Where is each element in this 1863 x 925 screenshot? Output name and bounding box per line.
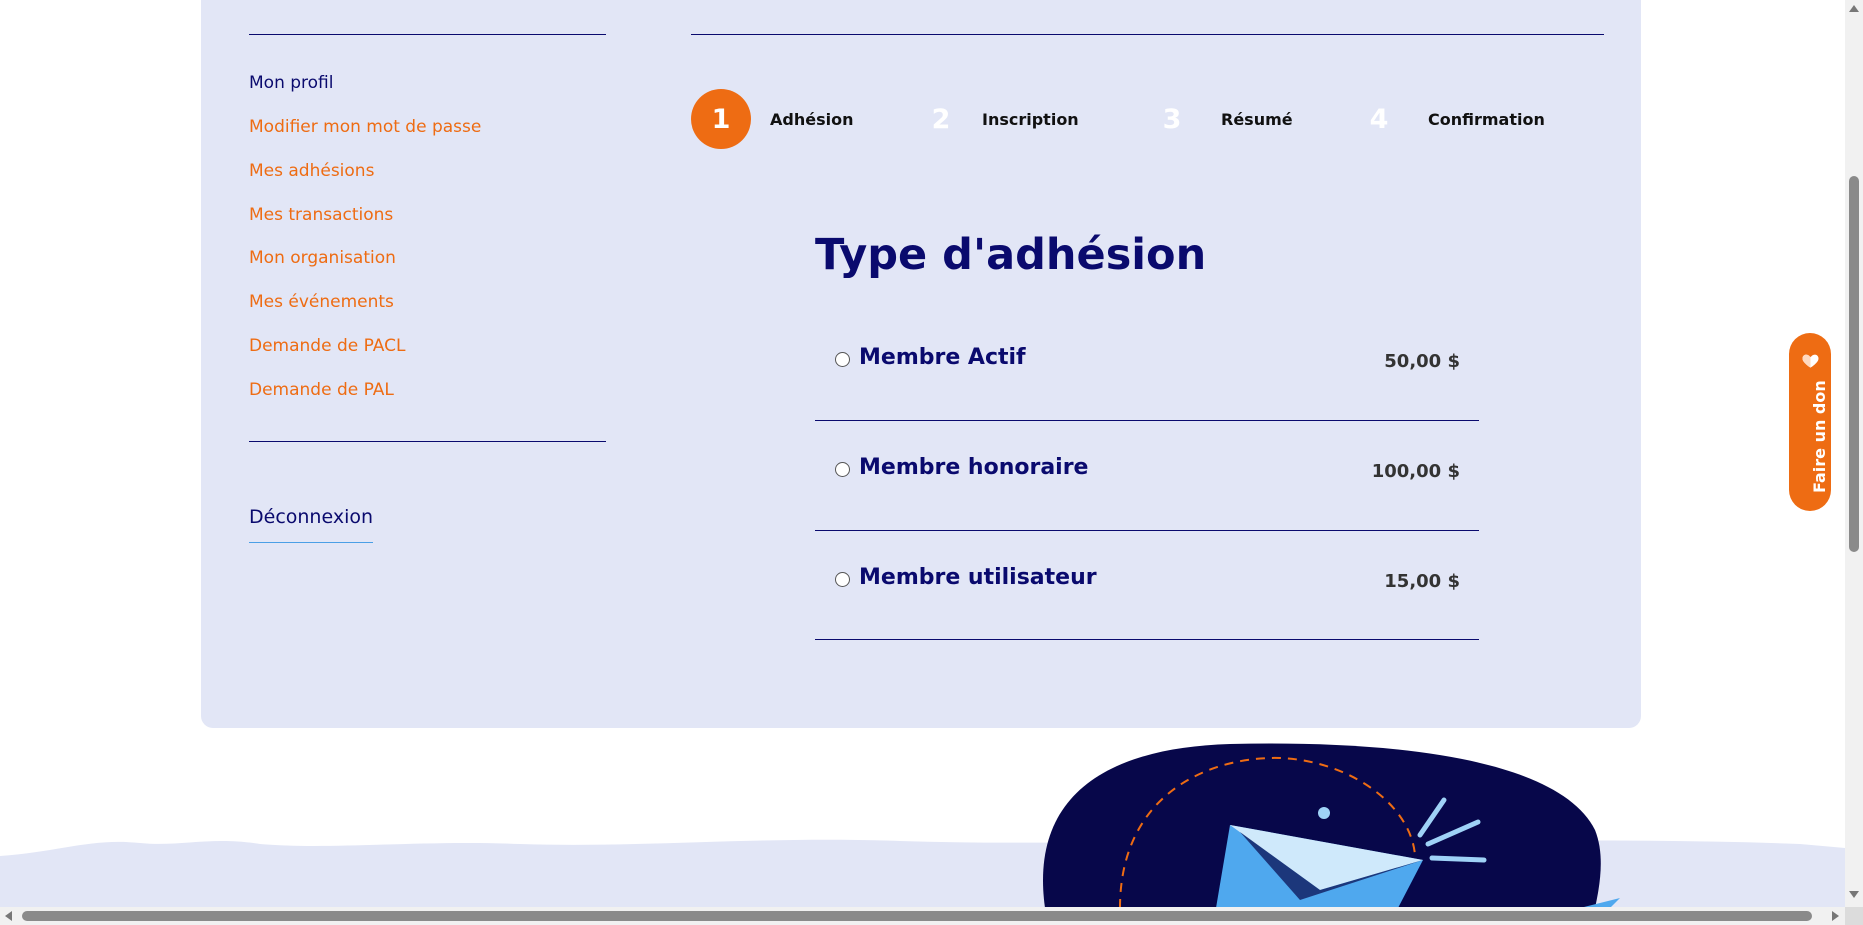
sidebar-item-mon-profil[interactable]: Mon profil xyxy=(249,73,334,93)
heart-icon xyxy=(1802,354,1819,368)
sidebar-item-mes-evenements[interactable]: Mes événements xyxy=(249,292,394,312)
horizontal-scroll-thumb[interactable] xyxy=(22,911,1812,921)
vertical-scrollbar[interactable] xyxy=(1845,0,1863,907)
membership-radio[interactable] xyxy=(835,572,850,587)
scrollbar-corner xyxy=(1845,907,1863,925)
step-label: Adhésion xyxy=(770,109,854,129)
step-number: 3 xyxy=(1162,103,1182,135)
membership-name: Membre utilisateur xyxy=(859,565,1097,590)
main-divider xyxy=(691,34,1604,35)
sidebar-divider-bottom xyxy=(249,441,606,442)
step-number: 1 xyxy=(691,89,751,149)
step-label: Résumé xyxy=(1221,109,1293,129)
scroll-right-icon[interactable] xyxy=(1832,911,1839,921)
newsletter-illustration xyxy=(0,743,1845,908)
membership-radio[interactable] xyxy=(835,352,850,367)
sidebar-item-mes-transactions[interactable]: Mes transactions xyxy=(249,205,393,225)
membership-option-actif[interactable]: Membre Actif 50,00 $ xyxy=(815,311,1479,421)
sidebar-item-demande-pal[interactable]: Demande de PAL xyxy=(249,380,394,400)
donate-label: Faire un don xyxy=(1810,380,1829,493)
scroll-left-icon[interactable] xyxy=(5,911,12,921)
sidebar-item-modifier-mot-de-passe[interactable]: Modifier mon mot de passe xyxy=(249,117,481,137)
step-confirmation[interactable]: 4 Confirmation xyxy=(1367,89,1545,149)
step-label: Inscription xyxy=(982,109,1079,129)
horizontal-scrollbar[interactable] xyxy=(0,907,1845,925)
step-resume[interactable]: 3 Résumé xyxy=(1160,89,1293,149)
step-adhesion[interactable]: 1 Adhésion xyxy=(691,89,853,149)
membership-option-honoraire[interactable]: Membre honoraire 100,00 $ xyxy=(815,421,1479,531)
step-number: 4 xyxy=(1369,103,1389,135)
membership-radio[interactable] xyxy=(835,462,850,477)
step-label: Confirmation xyxy=(1428,109,1545,129)
step-number: 2 xyxy=(931,103,951,135)
membership-price: 50,00 $ xyxy=(1384,351,1460,372)
membership-name: Membre honoraire xyxy=(859,455,1089,480)
scroll-down-icon[interactable] xyxy=(1849,891,1859,898)
logout-link[interactable]: Déconnexion xyxy=(249,506,374,543)
membership-price: 100,00 $ xyxy=(1371,461,1460,482)
sidebar-item-demande-pacl[interactable]: Demande de PACL xyxy=(249,336,405,356)
sidebar-divider-top xyxy=(249,34,606,35)
membership-price: 15,00 $ xyxy=(1384,571,1460,592)
sidebar-item-mon-organisation[interactable]: Mon organisation xyxy=(249,248,396,268)
membership-option-utilisateur[interactable]: Membre utilisateur 15,00 $ xyxy=(815,530,1479,640)
vertical-scroll-thumb[interactable] xyxy=(1849,176,1859,552)
scroll-up-icon[interactable] xyxy=(1849,5,1859,12)
step-inscription[interactable]: 2 Inscription xyxy=(929,89,1079,149)
membership-name: Membre Actif xyxy=(859,345,1026,370)
sidebar-item-mes-adhesions[interactable]: Mes adhésions xyxy=(249,161,374,181)
page-title: Type d'adhésion xyxy=(815,230,1207,280)
donate-button[interactable]: Faire un don xyxy=(1789,333,1831,511)
